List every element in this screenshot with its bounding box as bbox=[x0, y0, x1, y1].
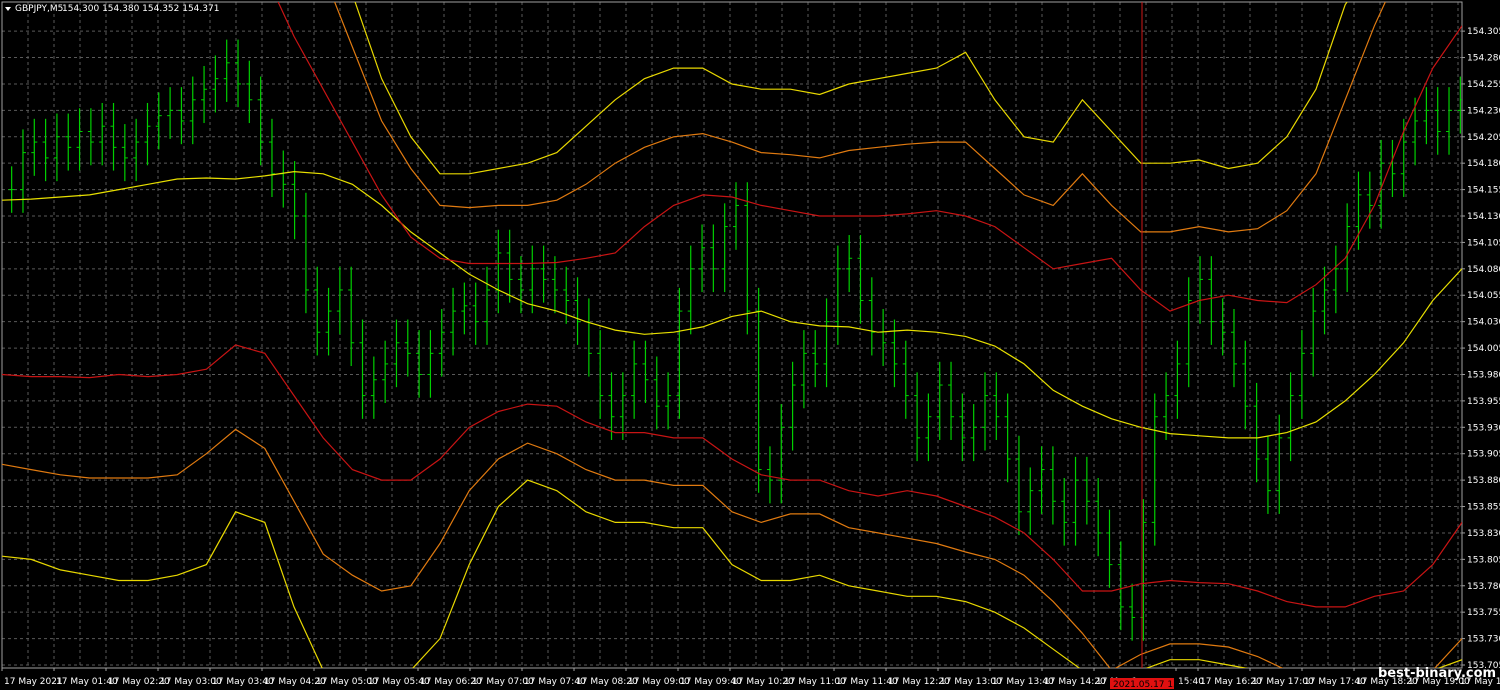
y-tick-label: 154.255 bbox=[1467, 80, 1500, 90]
y-tick-label: 154.030 bbox=[1467, 318, 1500, 328]
y-tick-label: 153.980 bbox=[1467, 370, 1500, 380]
x-tick-label: 17 May 2021 bbox=[4, 677, 63, 687]
y-tick-label: 154.205 bbox=[1467, 133, 1500, 143]
symbol-name: GBPJPY,M5 bbox=[15, 4, 63, 14]
y-tick-label: 153.930 bbox=[1467, 423, 1500, 433]
y-tick-label: 153.805 bbox=[1467, 555, 1500, 565]
symbol-header: GBPJPY,M5 154.300 154.380 154.352 154.37… bbox=[5, 4, 219, 14]
y-tick-label: 154.130 bbox=[1467, 212, 1500, 222]
y-tick-label: 153.780 bbox=[1467, 582, 1500, 592]
time-marker-label: 2021.05.17 15:35 bbox=[1113, 680, 1193, 690]
y-tick-label: 153.755 bbox=[1467, 608, 1500, 618]
y-tick-label: 153.955 bbox=[1467, 397, 1500, 407]
y-tick-label: 154.005 bbox=[1467, 344, 1500, 354]
y-tick-label: 154.305 bbox=[1467, 27, 1500, 37]
y-tick-label: 153.855 bbox=[1467, 503, 1500, 513]
price-chart[interactable]: 154.305 154.280 154.255 154.230 154.205 154.1… bbox=[0, 0, 1500, 690]
y-tick-label: 154.230 bbox=[1467, 106, 1500, 116]
y-tick-label: 154.080 bbox=[1467, 265, 1500, 275]
y-tick-label: 153.905 bbox=[1467, 450, 1500, 460]
y-tick-label: 154.280 bbox=[1467, 54, 1500, 64]
y-tick-label: 154.180 bbox=[1467, 159, 1500, 169]
y-tick-label: 153.880 bbox=[1467, 476, 1500, 486]
chart-background bbox=[0, 0, 1500, 690]
y-tick-label: 154.105 bbox=[1467, 238, 1500, 248]
y-tick-label: 153.830 bbox=[1467, 529, 1500, 539]
y-tick-label: 154.055 bbox=[1467, 291, 1500, 301]
watermark-text: best-binary.com bbox=[1378, 666, 1496, 681]
y-tick-label: 153.730 bbox=[1467, 635, 1500, 645]
y-tick-label: 154.155 bbox=[1467, 186, 1500, 196]
ohlc-values: 154.300 154.380 154.352 154.371 bbox=[62, 4, 219, 14]
